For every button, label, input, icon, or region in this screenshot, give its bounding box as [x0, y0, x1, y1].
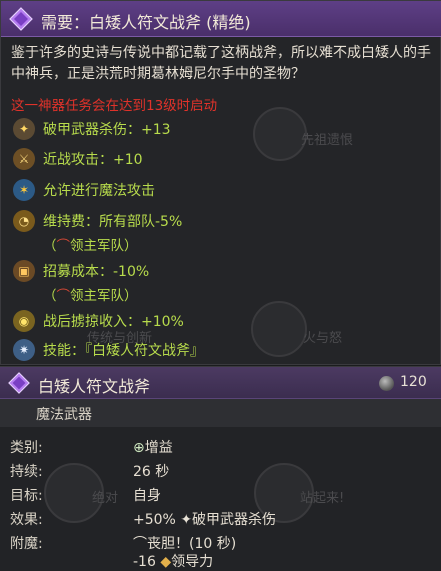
purple-gem-icon [8, 372, 30, 394]
effect-melee-attack: ⚔ 近战攻击：+10 [13, 147, 143, 171]
ability-cost: 120 [400, 374, 427, 390]
ghost-label-absolute: 绝对 [92, 491, 119, 506]
upkeep-icon: ◔ [13, 210, 35, 232]
effect-loot-income: ◉ 战后掳掠收入：+10% [13, 309, 184, 333]
ability-icon: ✷ [13, 339, 35, 361]
ability-tooltip: 白矮人符文战斧 120 魔法武器 绝对 站起来! 类别: ⊕增益 持续: 26 … [0, 366, 441, 571]
tooltip-title: 需要：白矮人符文战斧 (精绝) [41, 13, 251, 32]
artifact-requirement-tooltip: 需要：白矮人符文战斧 (精绝) 先祖遗恨 传统与创新 火与怒 鉴于许多的史诗与传… [0, 0, 441, 365]
horn-icon: ⌒ [56, 288, 71, 304]
ability-type: 魔法武器 [36, 407, 92, 423]
winds-of-magic-icon [379, 376, 394, 391]
quest-warning: 这一神器任务会在达到13级时启动 [11, 98, 218, 114]
effect-upkeep-scope: （⌒领主军队） [43, 238, 138, 254]
ability-name: 白矮人符文战斧 [38, 377, 151, 396]
effect-recruit-scope: （⌒领主军队） [43, 288, 138, 304]
ability-title-bar: 白矮人符文战斧 120 [0, 367, 441, 399]
effect-ability: ✷ 技能：『白矮人符文战斧』 [13, 338, 204, 362]
purple-gem-icon [9, 7, 33, 31]
ghost-skill-circle-1 [253, 107, 307, 161]
loot-icon: ◉ [13, 310, 35, 332]
ability-type-bar: 魔法武器 [0, 399, 441, 427]
armor-piercing-icon: ✦ [13, 118, 35, 140]
ghost-label-fire-fury: 火与怒 [303, 331, 343, 346]
recruit-cost-icon: ▣ [13, 260, 35, 282]
sword-icon: ⚔ [13, 148, 35, 170]
tooltip-title-bar: 需要：白矮人符文战斧 (精绝) [1, 1, 441, 37]
horn-icon: ⌒ [56, 238, 71, 254]
effect-upkeep: ◔ 维持费：所有部队-5% [13, 209, 182, 233]
effect-magic-attack: ✶ 允许进行魔法攻击 [13, 178, 155, 202]
buff-icon: ⊕ [133, 440, 145, 456]
ghost-label-ancestral-grudge: 先祖遗恨 [301, 133, 354, 148]
effect-armor-piercing: ✦ 破甲武器杀伤：+13 [13, 117, 171, 141]
item-description: 鉴于许多的史诗与传说中都记载了这柄战斧，所以难不成白矮人的手中神兵，正是洪荒时期… [11, 45, 431, 82]
horn-icon: ⌒ [133, 536, 147, 552]
armor-piercing-icon: ✦ [180, 512, 193, 528]
ghost-label-stand-up: 站起来! [300, 491, 345, 506]
effect-recruit-cost: ▣ 招募成本：-10% [13, 259, 149, 283]
ghost-skill-circle-2 [251, 301, 307, 357]
leadership-icon: ◆ [160, 554, 172, 570]
magic-attack-icon: ✶ [13, 179, 35, 201]
